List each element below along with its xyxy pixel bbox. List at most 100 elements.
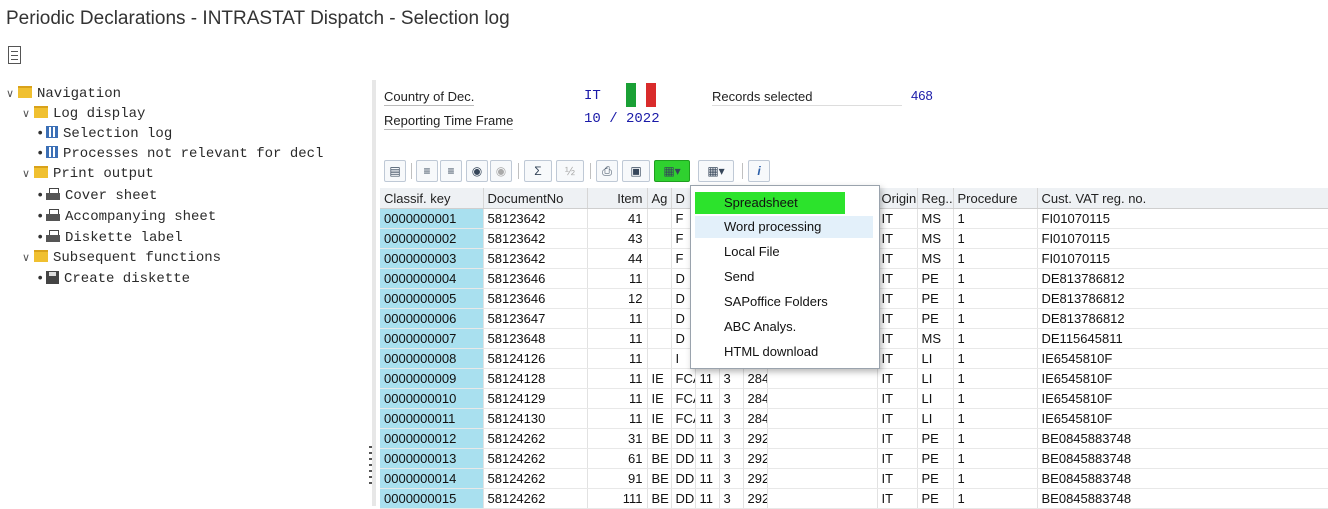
table-cell: IE: [647, 408, 672, 429]
navigation-tree: ∨ Navigation ∨ Log display • Selection log …: [0, 80, 372, 506]
tree-node-label: Diskette label: [65, 230, 183, 246]
table-icon: [46, 126, 58, 138]
table-row[interactable]: 00000000145812426291BEDDP1132925199590 IT…: [380, 468, 1328, 489]
menu-item-sapoffice-folders[interactable]: SAPoffice Folders: [695, 291, 873, 313]
toolbar-separator: [742, 163, 743, 179]
tree-node-selection-log[interactable]: • Selection log: [36, 124, 172, 144]
splitter-grip[interactable]: [369, 446, 372, 486]
table-cell: LI: [917, 388, 954, 409]
table-cell: DE115645811: [1037, 328, 1328, 349]
menu-item-word-processing[interactable]: Word processing: [695, 216, 873, 238]
table-cell: IT: [877, 208, 918, 229]
menu-item-abc-analysis[interactable]: ABC Analys.: [695, 316, 873, 338]
page-settings-icon[interactable]: [8, 46, 21, 64]
table-cell: 3: [719, 468, 744, 489]
table-cell: 0000000006: [380, 308, 484, 329]
details-icon[interactable]: ▤: [384, 160, 406, 182]
column-header[interactable]: Classif. key: [380, 188, 484, 209]
table-row[interactable]: 00000000125812426231BEDDP1132925199590 IT…: [380, 428, 1328, 449]
find-icon[interactable]: ◉: [466, 160, 488, 182]
bullet-icon: •: [36, 209, 45, 225]
menu-item-local-file[interactable]: Local File: [695, 241, 873, 263]
export-menu: Spreadsheet Word processing Local File S…: [690, 185, 880, 369]
table-row[interactable]: 00000000105812412911IEFCA1132847000000IT…: [380, 388, 1328, 409]
tree-node-create-diskette[interactable]: • Create diskette: [36, 269, 190, 289]
table-cell: IT: [877, 308, 918, 329]
tree-node-cover-sheet[interactable]: • Cover sheet: [36, 186, 157, 206]
table-cell: [647, 308, 672, 329]
pane-splitter[interactable]: [372, 80, 376, 506]
sort-ascending-icon[interactable]: ≡: [416, 160, 438, 182]
table-cell: 11: [587, 348, 648, 369]
bullet-icon: •: [36, 188, 45, 204]
table-cell: DE813786812: [1037, 288, 1328, 309]
chevron-down-icon[interactable]: ∨: [22, 165, 34, 185]
table-cell: 58124262: [483, 448, 588, 469]
records-selected-value: 468: [911, 88, 933, 103]
tree-node-diskette-label[interactable]: • Diskette label: [36, 228, 183, 248]
table-cell: FCA: [671, 368, 696, 389]
table-cell: 3: [719, 368, 744, 389]
menu-item-html-download[interactable]: HTML download: [695, 341, 873, 363]
tree-node-label: Accompanying sheet: [65, 209, 217, 225]
table-cell: 1: [953, 368, 1038, 389]
table-cell: 1: [953, 408, 1038, 429]
table-cell: 0000000013: [380, 448, 484, 469]
info-icon[interactable]: i: [748, 160, 770, 182]
tree-node-accompanying-sheet[interactable]: • Accompanying sheet: [36, 207, 216, 227]
table-cell: 1: [953, 348, 1038, 369]
table-cell: 58123648: [483, 328, 588, 349]
table-cell: 1: [953, 468, 1038, 489]
tree-node-print-output[interactable]: ∨ Print output: [22, 164, 154, 184]
layout-icon[interactable]: ▦▾: [698, 160, 734, 182]
flag-stripe-green: [626, 83, 636, 107]
column-header[interactable]: DocumentNo: [483, 188, 588, 209]
chevron-down-icon[interactable]: ∨: [22, 249, 34, 269]
menu-item-send[interactable]: Send: [695, 266, 873, 288]
sort-descending-icon[interactable]: ≡: [440, 160, 462, 182]
column-header[interactable]: Cust. VAT reg. no.: [1037, 188, 1328, 209]
tree-node-subsequent-functions[interactable]: ∨ Subsequent functions: [22, 248, 221, 268]
column-header[interactable]: Reg...: [917, 188, 954, 209]
print-icon[interactable]: ⎙: [596, 160, 618, 182]
table-row[interactable]: 00000000115812413011IEFCA1132847000000IT…: [380, 408, 1328, 429]
table-cell: 2925199590: [743, 448, 768, 469]
sum-icon[interactable]: Σ: [524, 160, 552, 182]
print-preview-icon[interactable]: ▣: [622, 160, 650, 182]
table-cell: 0000000014: [380, 468, 484, 489]
table-cell: 11: [587, 408, 648, 429]
table-cell: IE6545810F: [1037, 388, 1328, 409]
table-cell: [647, 288, 672, 309]
table-cell: DE813786812: [1037, 268, 1328, 289]
chevron-down-icon[interactable]: ∨: [6, 85, 18, 105]
table-row[interactable]: 00000000135812426261BEDDP1132925199590 IT…: [380, 448, 1328, 469]
table-cell: FCA: [671, 408, 696, 429]
table-cell: 1: [953, 228, 1038, 249]
tree-node-navigation[interactable]: ∨ Navigation: [6, 84, 121, 104]
table-cell: 3: [719, 448, 744, 469]
alv-toolbar: ▤ ≡ ≡ ◉ ◉ Σ ½ ⎙ ▣ ▦▾ ▦▾ i: [380, 160, 828, 184]
find-next-icon[interactable]: ◉: [490, 160, 512, 182]
table-cell: [767, 448, 878, 469]
subtotal-icon[interactable]: ½: [556, 160, 584, 182]
menu-item-spreadsheet[interactable]: Spreadsheet: [695, 192, 845, 214]
table-cell: 58123642: [483, 248, 588, 269]
column-header[interactable]: Item: [587, 188, 648, 209]
printer-icon: [46, 188, 60, 201]
table-cell: IE6545810F: [1037, 408, 1328, 429]
table-cell: DDP: [671, 428, 696, 449]
tree-node-processes-not-relevant[interactable]: • Processes not relevant for decl: [36, 144, 323, 164]
export-icon[interactable]: ▦▾: [654, 160, 690, 182]
table-cell: IT: [877, 468, 918, 489]
column-header[interactable]: Origin: [877, 188, 918, 209]
column-header[interactable]: Procedure: [953, 188, 1038, 209]
tree-node-log-display[interactable]: ∨ Log display: [22, 104, 145, 124]
table-cell: BE0845883748: [1037, 448, 1328, 469]
chevron-down-icon[interactable]: ∨: [22, 105, 34, 125]
table-cell: 91: [587, 468, 648, 489]
column-header[interactable]: Ag: [647, 188, 672, 209]
table-row[interactable]: 00000000095812412811IEFCA1132847000000IT…: [380, 368, 1328, 389]
table-cell: 11: [587, 308, 648, 329]
table-cell: IT: [877, 288, 918, 309]
table-cell: [647, 248, 672, 269]
